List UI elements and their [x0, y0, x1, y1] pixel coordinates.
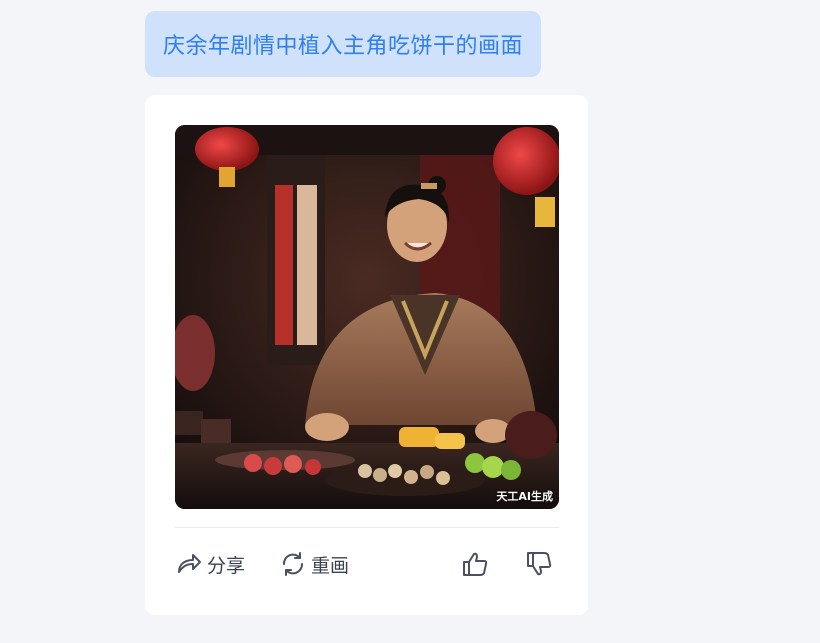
- chat-page: 庆余年剧情中植入主角吃饼干的画面 天工AI生成 分享 重画: [0, 0, 820, 643]
- redraw-button[interactable]: 重画: [279, 547, 349, 581]
- refresh-icon: [282, 552, 304, 576]
- divider: [175, 527, 559, 528]
- ai-watermark: 天工AI生成: [496, 490, 553, 503]
- action-bar: 分享 重画: [175, 547, 559, 581]
- dislike-button[interactable]: [525, 547, 553, 581]
- generated-image-illustration: [175, 125, 559, 509]
- thumbs-down-icon: [527, 552, 552, 576]
- share-label: 分享: [207, 554, 246, 577]
- share-button[interactable]: 分享: [175, 547, 245, 581]
- thumbs-up-icon: [463, 552, 488, 576]
- share-arrow-icon: [178, 554, 201, 573]
- user-prompt-text: 庆余年剧情中植入主角吃饼干的画面: [163, 34, 524, 59]
- user-prompt-bubble: 庆余年剧情中植入主角吃饼干的画面: [145, 11, 542, 77]
- like-button[interactable]: [461, 547, 489, 581]
- response-card: 天工AI生成 分享 重画: [145, 95, 588, 615]
- generated-image[interactable]: 天工AI生成: [175, 125, 559, 509]
- redraw-label: 重画: [311, 554, 350, 577]
